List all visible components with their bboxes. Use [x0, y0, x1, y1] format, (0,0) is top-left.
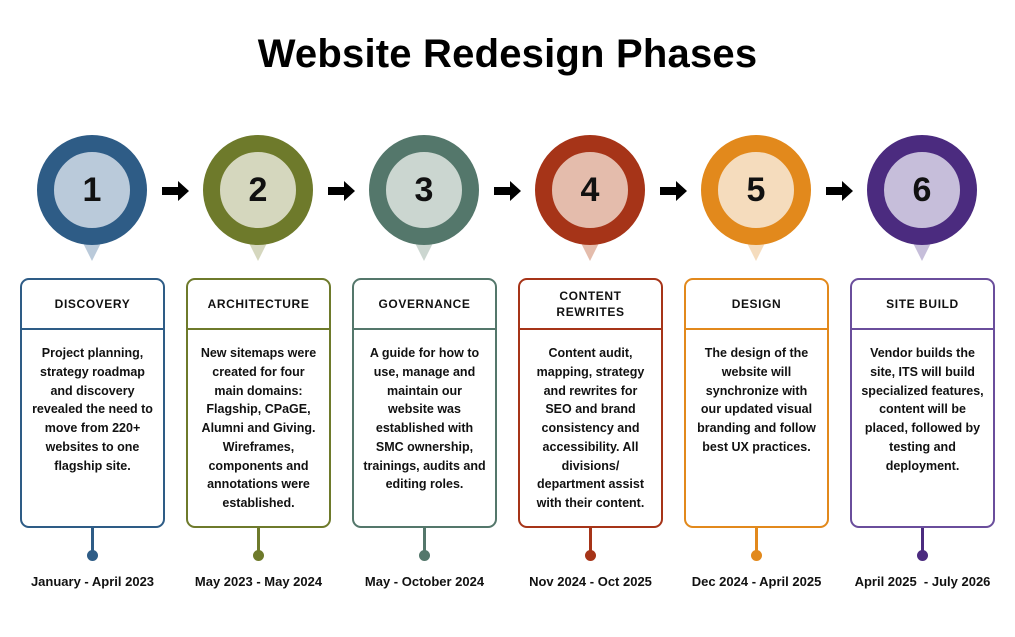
phase-circle-6: 6: [850, 135, 995, 265]
phase-circle-badge: 4: [535, 135, 645, 245]
phase-circle-badge: 1: [37, 135, 147, 245]
phase-card-body: The design of the website will synchroni…: [686, 330, 827, 526]
phase-card-1: DISCOVERY Project planning, strategy road…: [20, 278, 165, 528]
phase-date-label: January - April 2023: [30, 574, 155, 589]
phase-card-description: A guide for how to use, manage and maint…: [363, 346, 486, 492]
phase-card-title: SITE BUILD: [886, 296, 959, 311]
phase-timeline-dot-icon: [917, 550, 928, 561]
phase-timeline-dot-icon: [253, 550, 264, 561]
phase-card-description: The design of the website will synchroni…: [697, 346, 816, 454]
phase-timeline-dot-icon: [585, 550, 596, 561]
phase-connector-line: [921, 528, 924, 552]
phase-card-header: DESIGN: [686, 280, 827, 330]
phase-dates-row: January - April 2023 May 2023 - May 2024 M…: [0, 528, 1015, 637]
phase-circle-4: 4: [518, 135, 663, 265]
phase-card-description: Content audit, mapping, strategy and rew…: [536, 346, 645, 510]
phase-date-group-2: May 2023 - May 2024: [186, 528, 331, 637]
phase-timeline-dot-icon: [751, 550, 762, 561]
phase-card-title: GOVERNANCE: [378, 296, 471, 311]
phase-number: 1: [82, 171, 102, 209]
phase-date-group-3: May - October 2024: [352, 528, 497, 637]
phase-timeline-dot-icon: [87, 550, 98, 561]
page-title: Website Redesign Phases: [257, 32, 758, 76]
phase-connector-line: [423, 528, 426, 552]
phase-card-title: DISCOVERY: [54, 296, 131, 311]
phase-date-group-1: January - April 2023: [20, 528, 165, 637]
phase-date-label: May - October 2024: [364, 574, 485, 589]
phase-date-label: Nov 2024 - Oct 2025: [529, 574, 652, 589]
phase-number: 5: [746, 171, 766, 209]
phase-card-header: GOVERNANCE: [354, 280, 495, 330]
phase-date-group-5: Dec 2024 - April 2025: [684, 528, 829, 637]
phase-connector-line: [257, 528, 260, 552]
phase-card-body: Project planning, strategy roadmap and d…: [22, 330, 163, 526]
phase-circle-2: 2: [186, 135, 331, 265]
phase-card-body: Vendor builds the site, ITS will build s…: [852, 330, 993, 526]
phase-circle-badge: 2: [203, 135, 313, 245]
phase-card-description: Vendor builds the site, ITS will build s…: [861, 346, 984, 473]
phase-card-description: Project planning, strategy roadmap and d…: [32, 346, 153, 473]
phase-card-6: SITE BUILD Vendor builds the site, ITS wi…: [850, 278, 995, 528]
phase-connector-line: [755, 528, 758, 552]
phase-card-header: DISCOVERY: [22, 280, 163, 330]
phase-card-body: Content audit, mapping, strategy and rew…: [520, 330, 661, 526]
phase-card-body: New sitemaps were created for four main …: [188, 330, 329, 526]
phase-circle-badge: 5: [701, 135, 811, 245]
phase-date-label: Dec 2024 - April 2025: [691, 574, 822, 589]
phase-circle-badge: 3: [369, 135, 479, 245]
phase-circle-badge: 6: [867, 135, 977, 245]
phase-date-group-4: Nov 2024 - Oct 2025: [518, 528, 663, 637]
phase-number: 3: [414, 171, 434, 209]
phase-number: 6: [912, 171, 932, 209]
phase-date-label: May 2023 - May 2024: [194, 574, 323, 589]
phase-card-5: DESIGN The design of the website will syn…: [684, 278, 829, 528]
phase-timeline-dot-icon: [419, 550, 430, 561]
phase-date-label: April 2025 - July 2026: [854, 574, 991, 589]
phase-card-description: New sitemaps were created for four main …: [200, 346, 317, 510]
phase-card-header: CONTENT REWRITES: [520, 280, 661, 330]
phase-connector-line: [589, 528, 592, 552]
phase-card-title: ARCHITECTURE: [207, 296, 310, 311]
phase-number: 4: [580, 171, 600, 209]
phase-card-body: A guide for how to use, manage and maint…: [354, 330, 495, 526]
phase-connector-line: [91, 528, 94, 552]
phase-card-header: ARCHITECTURE: [188, 280, 329, 330]
phase-circle-5: 5: [684, 135, 829, 265]
phase-circles-row: 1 2 3 4 5 6: [0, 135, 1015, 265]
phase-cards-row: DISCOVERY Project planning, strategy road…: [0, 278, 1015, 528]
phase-card-4: CONTENT REWRITES Content audit, mapping, …: [518, 278, 663, 528]
phase-card-3: GOVERNANCE A guide for how to use, manage…: [352, 278, 497, 528]
phase-card-title: DESIGN: [731, 296, 782, 311]
phase-card-header: SITE BUILD: [852, 280, 993, 330]
phase-date-group-6: April 2025 - July 2026: [850, 528, 995, 637]
phase-card-title: CONTENT REWRITES: [556, 288, 625, 319]
phase-number: 2: [248, 171, 268, 209]
phase-circle-1: 1: [20, 135, 165, 265]
phase-card-2: ARCHITECTURE New sitemaps were created fo…: [186, 278, 331, 528]
phase-circle-3: 3: [352, 135, 497, 265]
